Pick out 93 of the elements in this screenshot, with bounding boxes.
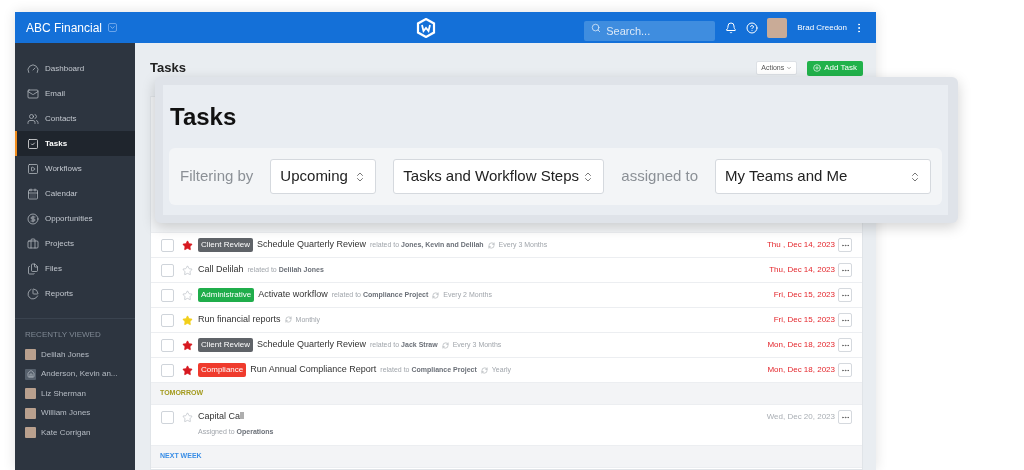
recent-item[interactable]: Anderson, Kevin an...: [41, 368, 118, 381]
task-checkbox[interactable]: [161, 339, 174, 352]
pie-chart-icon: [27, 287, 39, 300]
nav-item[interactable]: Files: [15, 256, 135, 281]
org-name[interactable]: ABC Financial: [26, 18, 103, 37]
dollar-icon: [27, 212, 39, 225]
task-checkbox[interactable]: [161, 264, 174, 277]
avatar-placeholder: [25, 427, 36, 439]
repeat-icon: [432, 291, 440, 299]
filter-label: Filtering by: [180, 166, 254, 187]
nav-item[interactable]: Workflows: [15, 156, 135, 181]
star-icon[interactable]: [182, 265, 193, 276]
task-tag: Compliance: [198, 363, 247, 377]
due-date: Wed, Dec 20, 2023: [766, 411, 835, 423]
plus-icon: [813, 64, 822, 72]
due-date: Fri, Dec 15, 2023: [773, 314, 835, 326]
avatar-placeholder: [25, 407, 36, 419]
task-title[interactable]: Schedule Quarterly Review: [256, 238, 366, 252]
repeat-icon: [284, 316, 292, 324]
help-icon[interactable]: [746, 21, 759, 34]
nav-item[interactable]: Dashboard: [15, 56, 135, 81]
logo-icon[interactable]: [415, 17, 436, 38]
star-icon[interactable]: [182, 340, 193, 351]
more-button[interactable]: [838, 288, 852, 302]
recent-item[interactable]: Kate Corrigan: [41, 426, 91, 439]
task-title[interactable]: Call Delilah: [198, 263, 244, 277]
people-icon: [27, 112, 39, 125]
due-date: Mon, Dec 18, 2023: [767, 339, 835, 351]
zoomed-title: Tasks: [170, 101, 237, 132]
files-icon: [27, 262, 39, 275]
nav-item[interactable]: Tasks: [15, 131, 135, 156]
task-tag: Client Review: [198, 338, 253, 352]
bell-icon[interactable]: [725, 21, 738, 34]
nav-item[interactable]: Projects: [15, 231, 135, 256]
calendar-icon: [27, 187, 39, 200]
nav-item[interactable]: Opportunities: [15, 206, 135, 231]
task-title[interactable]: Capital Call: [198, 410, 245, 424]
nav-item[interactable]: Reports: [15, 281, 135, 306]
briefcase-icon: [27, 237, 39, 250]
task-title[interactable]: Activate workflow: [258, 288, 328, 302]
task-title[interactable]: Run financial reports: [198, 313, 281, 327]
envelope-icon: [27, 87, 39, 100]
star-icon[interactable]: [182, 365, 193, 376]
task-checkbox[interactable]: [161, 364, 174, 377]
star-icon[interactable]: [182, 412, 193, 423]
nav-item[interactable]: Email: [15, 81, 135, 106]
sort-arrows-icon: [909, 170, 921, 183]
star-icon[interactable]: [182, 240, 193, 251]
play-icon: [27, 162, 39, 175]
more-button[interactable]: [838, 338, 852, 352]
avatar-placeholder[interactable]: [767, 17, 788, 38]
house-icon: [25, 368, 36, 380]
due-date: Thu , Dec 14, 2023: [766, 239, 835, 251]
task-checkbox[interactable]: [161, 314, 174, 327]
search-field[interactable]: Search...: [584, 20, 716, 41]
task-tag: Administrative: [198, 288, 255, 302]
section-heading: RECENTLY VIEWED: [25, 329, 102, 341]
checkbox-icon: [27, 137, 39, 150]
type-select[interactable]: Tasks and Workflow Steps: [393, 159, 605, 194]
more-button[interactable]: [838, 263, 852, 277]
assignee-select[interactable]: My Teams and Me: [715, 159, 931, 194]
user-name[interactable]: Brad Creedon: [797, 21, 847, 34]
repeat-icon: [487, 241, 495, 249]
dropdown-icon[interactable]: [108, 23, 118, 32]
recent-item[interactable]: Liz Sherman: [41, 387, 86, 400]
search-icon: [591, 22, 602, 33]
recent-item[interactable]: William Jones: [41, 407, 91, 420]
period-select[interactable]: Upcoming: [270, 159, 377, 194]
due-date: Fri, Dec 15, 2023: [773, 289, 835, 301]
task-title[interactable]: Run Annual Compliance Report: [250, 363, 377, 377]
nav-item[interactable]: Contacts: [15, 106, 135, 131]
more-button[interactable]: [838, 363, 852, 377]
repeat-icon: [480, 366, 488, 374]
assigned-label: assigned to: [621, 166, 699, 187]
more-button[interactable]: [838, 410, 852, 424]
caret-icon: [786, 65, 793, 71]
more-button[interactable]: [838, 238, 852, 252]
nav-item[interactable]: Calendar: [15, 181, 135, 206]
task-checkbox[interactable]: [161, 411, 174, 424]
avatar-placeholder: [25, 388, 36, 400]
repeat-icon: [441, 341, 449, 349]
avatar-placeholder: [25, 349, 36, 361]
task-checkbox[interactable]: [161, 239, 174, 252]
task-checkbox[interactable]: [161, 289, 174, 302]
task-title[interactable]: Schedule Quarterly Review: [256, 338, 366, 352]
due-date: Thu, Dec 14, 2023: [769, 264, 835, 276]
page-title: Tasks: [150, 59, 186, 78]
gauge-icon: [27, 62, 39, 75]
star-icon[interactable]: [182, 290, 193, 301]
due-date: Mon, Dec 18, 2023: [767, 364, 835, 376]
task-tag: Client Review: [198, 238, 253, 252]
recent-item[interactable]: Delilah Jones: [41, 348, 90, 361]
more-button[interactable]: [838, 313, 852, 327]
